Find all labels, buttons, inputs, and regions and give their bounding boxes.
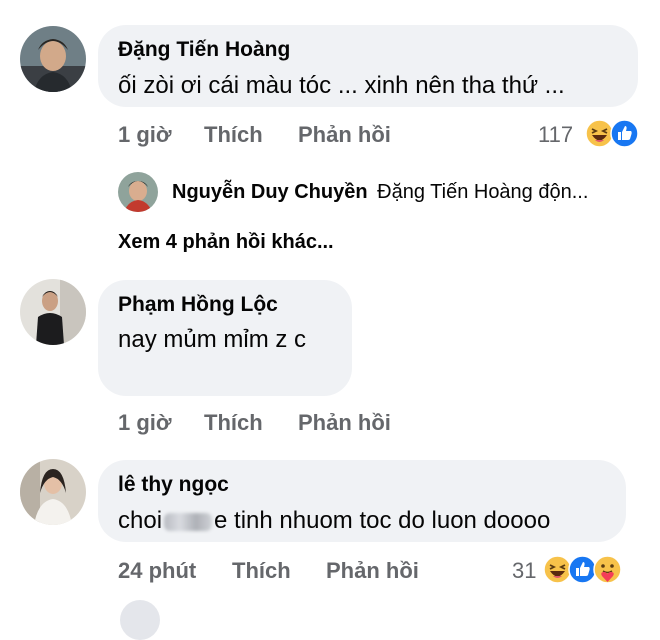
comment-time[interactable]: 24 phút bbox=[118, 558, 196, 584]
avatar[interactable] bbox=[20, 279, 86, 345]
avatar[interactable] bbox=[20, 26, 86, 92]
comment-text-start: choi bbox=[118, 507, 163, 534]
comment-text-end: e tinh nhuom toc do luon doooo bbox=[214, 507, 551, 534]
comment-actions: 1 giờ Thích Phản hồi bbox=[118, 122, 538, 150]
like-button[interactable]: Thích bbox=[204, 122, 263, 148]
like-emoji-icon bbox=[610, 119, 639, 148]
comment-text: choi e tinh nhuom toc do luon doooo bbox=[118, 507, 550, 535]
censored-word bbox=[164, 512, 213, 531]
care-emoji-icon bbox=[593, 555, 622, 584]
comment-actions: 1 giờ Thích Phản hồi bbox=[118, 410, 538, 438]
reply-preview[interactable]: Nguyễn Duy Chuyền Đặng Tiến Hoàng độn... bbox=[172, 181, 588, 204]
comment-time[interactable]: 1 giờ bbox=[118, 122, 172, 148]
reply-text: Đặng Tiến Hoàng độn... bbox=[377, 181, 589, 203]
comment-author[interactable]: Phạm Hồng Lộc bbox=[118, 293, 278, 317]
reply-button[interactable]: Phản hồi bbox=[298, 122, 391, 148]
reaction-count[interactable]: 117 bbox=[538, 122, 573, 148]
comment-time[interactable]: 1 giờ bbox=[118, 410, 172, 436]
reply-author[interactable]: Nguyễn Duy Chuyền bbox=[172, 181, 368, 203]
comment-text: ối zòi ơi cái màu tóc ... xinh nên tha t… bbox=[118, 72, 565, 99]
avatar[interactable] bbox=[120, 600, 160, 640]
like-button[interactable]: Thích bbox=[232, 558, 291, 584]
reply-button[interactable]: Phản hồi bbox=[326, 558, 419, 584]
reply-avatar[interactable] bbox=[118, 172, 158, 212]
reaction-count[interactable]: 31 bbox=[512, 558, 536, 584]
avatar[interactable] bbox=[20, 459, 86, 525]
like-button[interactable]: Thích bbox=[204, 410, 263, 436]
comment-author[interactable]: lê thy ngọc bbox=[118, 473, 229, 497]
comment-text: nay mủm mỉm z c bbox=[118, 326, 307, 353]
view-more-replies-link[interactable]: Xem 4 phản hồi khác... bbox=[118, 231, 334, 254]
reply-button[interactable]: Phản hồi bbox=[298, 410, 391, 436]
comment-actions: 24 phút Thích Phản hồi bbox=[118, 558, 538, 586]
comment-author[interactable]: Đặng Tiến Hoàng bbox=[118, 38, 290, 62]
